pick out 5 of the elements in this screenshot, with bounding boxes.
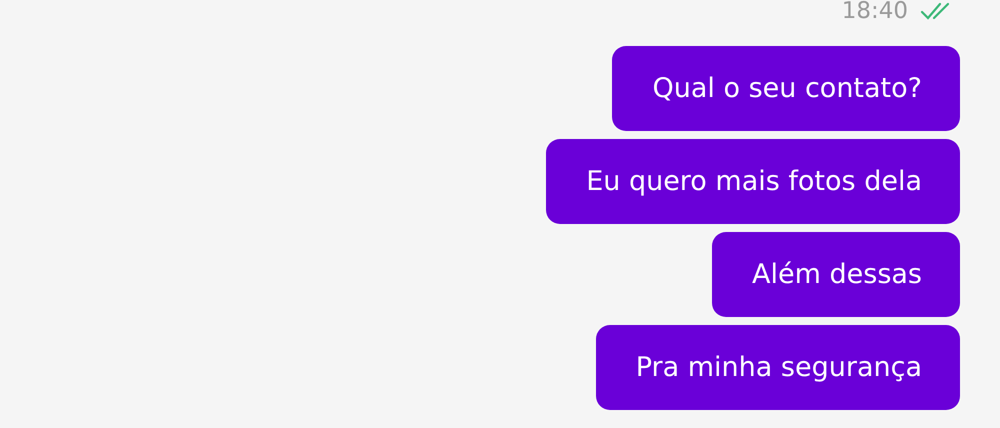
message-time: 18:40 bbox=[842, 0, 908, 22]
message-bubble: Qual o seu contato? bbox=[612, 46, 960, 131]
message-bubble: Eu quero mais fotos dela bbox=[546, 139, 960, 224]
message-bubble: Pra minha segurança bbox=[596, 325, 960, 410]
message-bubble: Além dessas bbox=[712, 232, 960, 317]
